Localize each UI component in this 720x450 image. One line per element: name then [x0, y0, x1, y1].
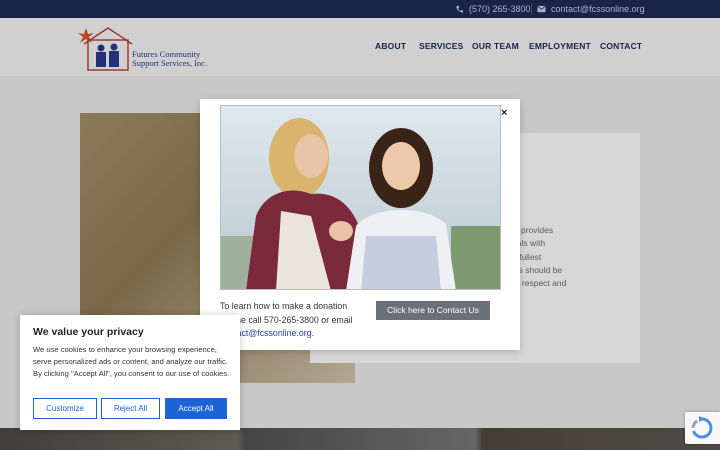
cookie-body: We use cookies to enhance your browsing …	[33, 345, 230, 378]
cookie-title: We value your privacy	[33, 326, 144, 338]
donation-text: To learn how to make a donation please c…	[220, 300, 370, 341]
donation-text-suffix: .	[311, 328, 315, 338]
modal-photo	[220, 105, 501, 290]
donation-modal: × To learn how to make a donation please…	[200, 99, 520, 350]
cookie-reject-button[interactable]: Reject All	[101, 398, 160, 419]
modal-close-icon[interactable]: ×	[501, 107, 507, 119]
cookie-accept-button[interactable]: Accept All	[165, 398, 227, 419]
contact-us-button[interactable]: Click here to Contact Us	[376, 301, 490, 320]
two-women-photo	[221, 106, 500, 289]
cookie-customize-button[interactable]: Customize	[33, 398, 97, 419]
recaptcha-badge[interactable]	[685, 412, 720, 444]
recaptcha-icon	[691, 416, 713, 439]
cookie-consent-banner: We value your privacy We use cookies to …	[20, 315, 240, 430]
